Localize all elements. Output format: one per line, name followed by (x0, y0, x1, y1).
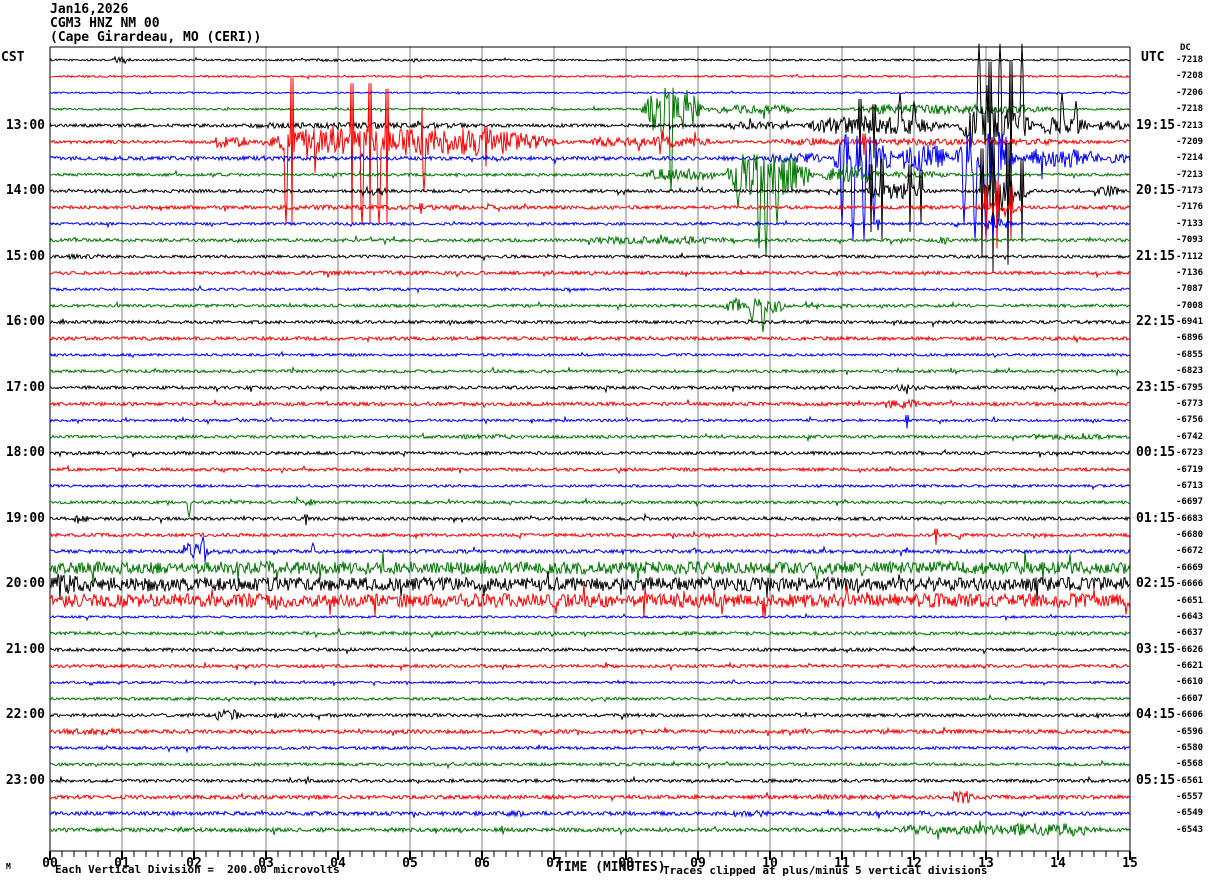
clip-note: Traces clipped at plus/minus 5 vertical … (663, 864, 988, 877)
watermark-mark: M (6, 862, 11, 871)
helicorder-screen: Jan16,2026 CGM3 HNZ NM 00 (Cape Girardea… (0, 0, 1210, 886)
x-axis-tick-label: 15 (1116, 856, 1144, 871)
x-axis-tick-label: 14 (1044, 856, 1072, 871)
scale-note: Each Vertical Division = 200.00 microvol… (55, 863, 340, 876)
x-axis-tick-label: 05 (396, 856, 424, 871)
x-axis-tick-label: 06 (468, 856, 496, 871)
x-axis-tick-labels: 00010203040506070809101112131415 (0, 0, 1210, 886)
x-axis-title: TIME (MINUTES) (556, 860, 666, 875)
